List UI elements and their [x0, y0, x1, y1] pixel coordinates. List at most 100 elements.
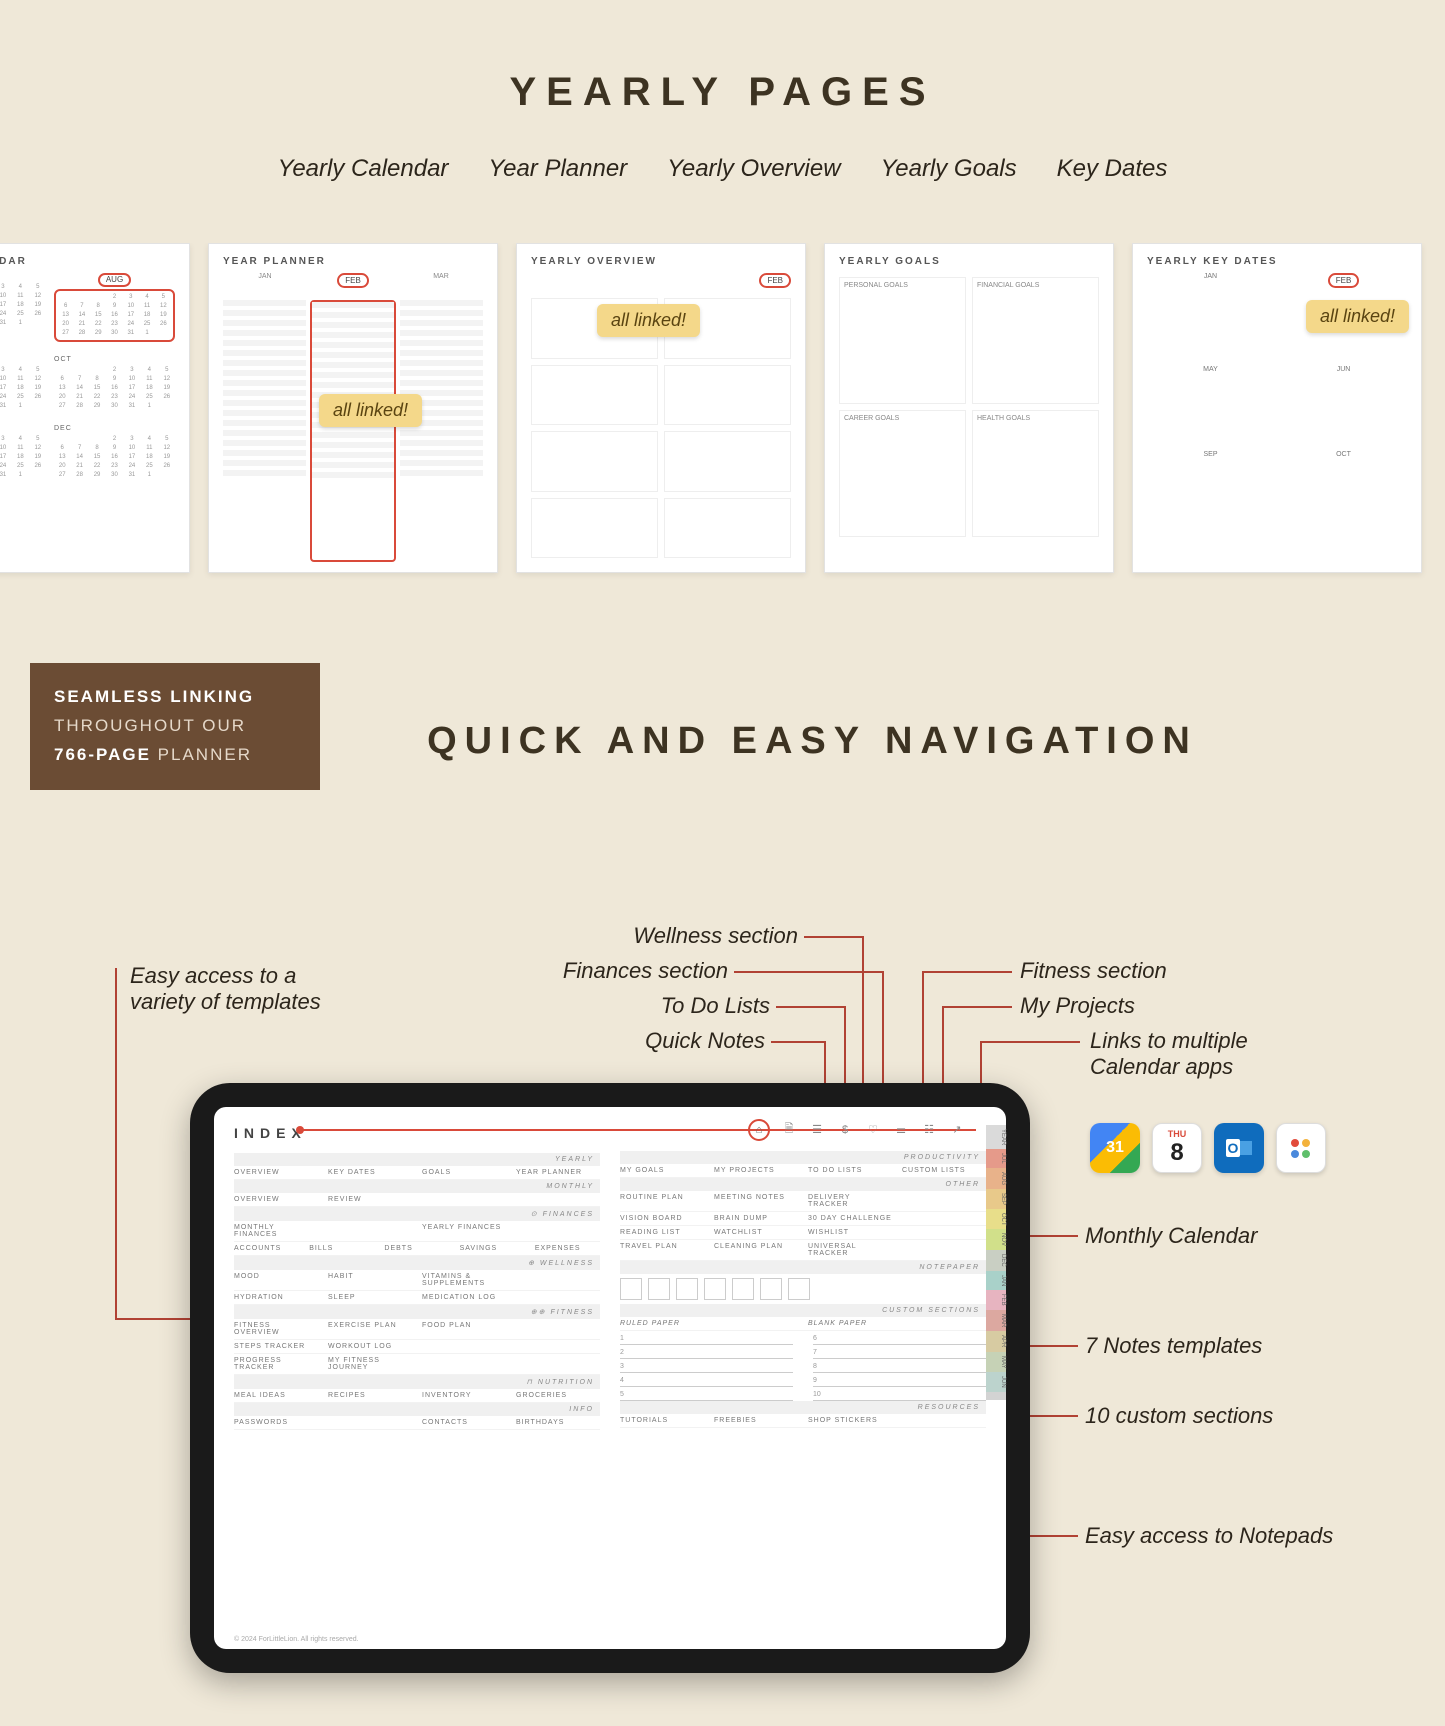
index-link[interactable]: MEDICATION LOG — [422, 1294, 506, 1301]
index-link[interactable]: WORKOUT LOG — [328, 1343, 412, 1350]
calendar-icon[interactable]: ☷ — [920, 1121, 938, 1139]
index-link[interactable]: MEAL IDEAS — [234, 1392, 318, 1399]
side-tab[interactable]: OCT — [986, 1209, 1006, 1230]
index-link[interactable]: PASSWORDS — [234, 1419, 318, 1426]
index-link[interactable]: FREEBIES — [714, 1417, 798, 1424]
list-icon[interactable]: ☰ — [808, 1121, 826, 1139]
custom-slot[interactable]: 2 — [620, 1347, 793, 1359]
index-link[interactable]: STEPS TRACKER — [234, 1343, 318, 1350]
index-link[interactable]: YEAR PLANNER — [516, 1169, 600, 1176]
note-template-thumb[interactable] — [732, 1278, 754, 1300]
index-link[interactable]: WISHLIST — [808, 1229, 892, 1236]
index-link[interactable]: TRAVEL PLAN — [620, 1243, 704, 1257]
side-tab[interactable] — [986, 1392, 1006, 1400]
side-tab[interactable]: NOV — [986, 1229, 1006, 1250]
coin-icon[interactable]: $ — [836, 1121, 854, 1139]
index-link[interactable]: 30 DAY CHALLENGE — [808, 1215, 892, 1222]
side-tab[interactable]: YEAR — [986, 1125, 1006, 1149]
note-icon[interactable]: 🗎 — [780, 1121, 798, 1139]
dumbbell-icon[interactable]: ⚌ — [892, 1121, 910, 1139]
index-row[interactable]: FITNESS OVERVIEW EXERCISE PLAN FOOD PLAN — [234, 1319, 600, 1340]
note-template-thumb[interactable] — [788, 1278, 810, 1300]
index-link[interactable]: SLEEP — [328, 1294, 412, 1301]
side-tab[interactable]: MAR — [986, 1310, 1006, 1331]
index-link[interactable]: HYDRATION — [234, 1294, 318, 1301]
index-link[interactable]: INVENTORY — [422, 1392, 506, 1399]
index-link[interactable]: SAVINGS — [460, 1245, 525, 1252]
index-link[interactable]: GROCERIES — [516, 1392, 600, 1399]
index-link[interactable]: UNIVERSAL TRACKER — [808, 1243, 892, 1257]
index-link[interactable]: DEBTS — [384, 1245, 449, 1252]
index-link[interactable]: PROGRESS TRACKER — [234, 1357, 318, 1371]
index-link[interactable]: KEY DATES — [328, 1169, 412, 1176]
index-link[interactable]: HABIT — [328, 1273, 412, 1287]
index-row[interactable]: OVERVIEWKEY DATESGOALSYEAR PLANNER — [234, 1166, 600, 1180]
index-link[interactable]: READING LIST — [620, 1229, 704, 1236]
index-link[interactable]: TUTORIALS — [620, 1417, 704, 1424]
index-link[interactable]: SHOP STICKERS — [808, 1417, 892, 1424]
index-link[interactable]: CLEANING PLAN — [714, 1243, 798, 1257]
index-link[interactable]: EXERCISE PLAN — [328, 1322, 412, 1336]
index-row[interactable]: ROUTINE PLAN MEETING NOTES DELIVERY TRACKE… — [620, 1191, 986, 1212]
home-icon[interactable]: ⌂ — [748, 1119, 770, 1141]
index-link[interactable]: RECIPES — [328, 1392, 412, 1399]
index-row[interactable]: PASSWORDS CONTACTS BIRTHDAYS — [234, 1416, 600, 1430]
index-link[interactable]: YEARLY FINANCES — [422, 1224, 506, 1238]
index-row[interactable]: MEAL IDEAS RECIPES INVENTORY GROCERIES — [234, 1389, 600, 1403]
index-row[interactable]: READING LIST WATCHLIST WISHLIST — [620, 1226, 986, 1240]
index-link[interactable]: MY PROJECTS — [714, 1167, 798, 1174]
index-row[interactable]: PROGRESS TRACKER MY FITNESS JOURNEY — [234, 1354, 600, 1375]
index-link[interactable]: VITAMINS & SUPPLEMENTS — [422, 1273, 506, 1287]
index-link[interactable]: ROUTINE PLAN — [620, 1194, 704, 1208]
index-link[interactable]: CONTACTS — [422, 1419, 506, 1426]
side-tab[interactable]: SEP — [986, 1189, 1006, 1209]
index-link[interactable]: WATCHLIST — [714, 1229, 798, 1236]
side-tab[interactable]: FEB — [986, 1290, 1006, 1310]
link-icon[interactable]: ↗ — [948, 1121, 966, 1139]
custom-slot[interactable]: 4 — [620, 1375, 793, 1387]
side-tab[interactable]: AUG — [986, 1168, 1006, 1189]
custom-slot[interactable]: 6 — [813, 1333, 986, 1345]
custom-slot[interactable]: 9 — [813, 1375, 986, 1387]
side-tab[interactable]: JUL — [986, 1149, 1006, 1168]
note-template-thumb[interactable] — [620, 1278, 642, 1300]
index-link[interactable]: CUSTOM LISTS — [902, 1167, 986, 1174]
index-link[interactable]: BRAIN DUMP — [714, 1215, 798, 1222]
index-link[interactable]: GOALS — [422, 1169, 506, 1176]
index-link[interactable]: BIRTHDAYS — [516, 1419, 600, 1426]
note-template-thumb[interactable] — [676, 1278, 698, 1300]
custom-slot[interactable]: 5 — [620, 1389, 793, 1401]
custom-slot[interactable]: 8 — [813, 1361, 986, 1373]
side-tab[interactable]: MAY — [986, 1352, 1006, 1373]
index-link[interactable]: MEETING NOTES — [714, 1194, 798, 1208]
index-link[interactable]: OVERVIEW — [234, 1196, 318, 1203]
note-template-thumb[interactable] — [704, 1278, 726, 1300]
index-row[interactable]: TRAVEL PLAN CLEANING PLAN UNIVERSAL TRACKE… — [620, 1240, 986, 1261]
index-row[interactable]: MONTHLY FINANCES YEARLY FINANCES — [234, 1221, 600, 1242]
index-row[interactable]: OVERVIEWREVIEW — [234, 1193, 600, 1207]
index-link[interactable]: MY GOALS — [620, 1167, 704, 1174]
index-link[interactable]: FOOD PLAN — [422, 1322, 506, 1336]
note-template-thumb[interactable] — [648, 1278, 670, 1300]
index-link[interactable]: MONTHLY FINANCES — [234, 1224, 318, 1238]
index-row[interactable]: TUTORIALS FREEBIES SHOP STICKERS — [620, 1414, 986, 1428]
custom-slot[interactable]: 3 — [620, 1361, 793, 1373]
index-link[interactable]: BILLS — [309, 1245, 374, 1252]
index-link[interactable]: TO DO LISTS — [808, 1167, 892, 1174]
index-row[interactable]: VISION BOARDBRAIN DUMP30 DAY CHALLENGE — [620, 1212, 986, 1226]
custom-slot[interactable]: 1 — [620, 1333, 793, 1345]
side-tab[interactable]: APR — [986, 1331, 1006, 1351]
index-link[interactable]: FITNESS OVERVIEW — [234, 1322, 318, 1336]
index-row[interactable]: HYDRATION SLEEP MEDICATION LOG — [234, 1291, 600, 1305]
custom-slot[interactable]: 10 — [813, 1389, 986, 1401]
index-row[interactable]: STEPS TRACKER WORKOUT LOG — [234, 1340, 600, 1354]
index-link[interactable]: DELIVERY TRACKER — [808, 1194, 892, 1208]
index-row[interactable]: MOODHABITVITAMINS & SUPPLEMENTS — [234, 1270, 600, 1291]
note-template-thumb[interactable] — [760, 1278, 782, 1300]
side-tab[interactable]: JUN — [986, 1372, 1006, 1392]
heart-icon[interactable]: ♡ — [864, 1121, 882, 1139]
custom-slot[interactable]: 7 — [813, 1347, 986, 1359]
index-row[interactable]: MY GOALS MY PROJECTS TO DO LISTS CUSTOM LIS… — [620, 1164, 986, 1178]
side-tab[interactable]: DEC — [986, 1250, 1006, 1271]
index-link[interactable]: MY FITNESS JOURNEY — [328, 1357, 412, 1371]
